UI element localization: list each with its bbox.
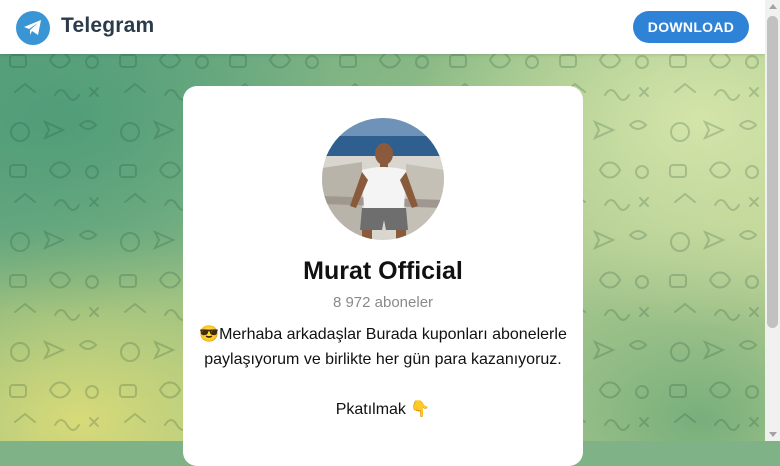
scroll-down-arrow-icon[interactable] — [769, 432, 777, 437]
channel-card: Murat Official 8 972 aboneler 😎Merhaba a… — [183, 86, 583, 466]
subscriber-count: 8 972 aboneler — [332, 294, 434, 311]
channel-description: 😎Merhaba arkadaşlar Burada kuponları abo… — [197, 322, 569, 372]
paper-plane-icon — [24, 20, 41, 35]
description-line-2: paylaşıyorum ve birlikte her gün para ka… — [204, 351, 562, 368]
scroll-up-arrow-icon[interactable] — [769, 4, 777, 9]
avatar-photo — [322, 118, 444, 240]
channel-avatar — [322, 118, 444, 240]
channel-title: Murat Official — [303, 257, 463, 285]
telegram-logo-icon[interactable] — [16, 11, 50, 45]
description-line-1: 😎Merhaba arkadaşlar Burada kuponları abo… — [199, 326, 567, 343]
join-text: Pkatılmak 👇 — [335, 401, 431, 418]
vertical-scrollbar[interactable] — [765, 0, 780, 441]
top-header: Telegram DOWNLOAD — [0, 0, 765, 54]
download-button[interactable]: DOWNLOAD — [633, 11, 749, 43]
scrollbar-thumb[interactable] — [767, 16, 778, 328]
brand-name[interactable]: Telegram — [61, 14, 154, 38]
